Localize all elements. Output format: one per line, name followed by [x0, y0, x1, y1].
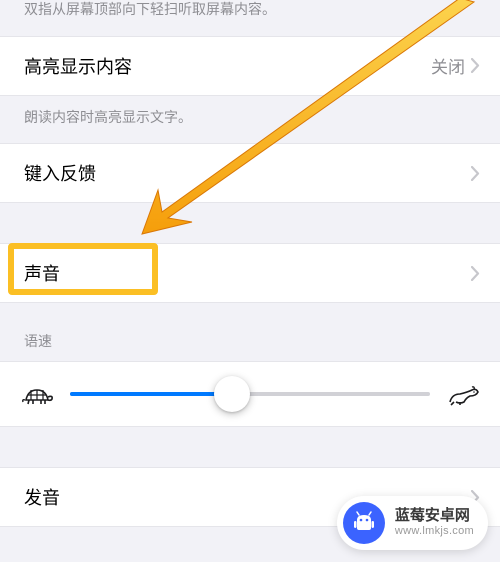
voice-label: 声音	[24, 260, 60, 286]
highlight-content-value: 关闭	[431, 53, 465, 78]
speed-slider[interactable]	[70, 392, 430, 396]
speed-section-label: 语速	[0, 303, 500, 361]
watermark-logo-icon	[343, 502, 385, 544]
slider-fill	[70, 392, 232, 396]
watermark-title: 蓝莓安卓网	[395, 507, 474, 525]
watermark-badge: 蓝莓安卓网 www.lmkjs.com	[337, 496, 488, 550]
voice-cell[interactable]: 声音	[0, 243, 500, 303]
typing-feedback-cell[interactable]: 键入反馈	[0, 143, 500, 203]
chevron-right-icon	[471, 166, 480, 181]
slider-thumb[interactable]	[214, 376, 250, 412]
watermark-url: www.lmkjs.com	[395, 525, 474, 538]
highlight-hint-text: 朗读内容时高亮显示文字。	[0, 96, 500, 144]
hare-icon	[446, 382, 480, 406]
pronunciation-label: 发音	[24, 484, 60, 510]
chevron-right-icon	[471, 266, 480, 281]
top-hint-text: 双指从屏幕顶部向下轻扫听取屏幕内容。	[0, 0, 500, 36]
highlight-content-label: 高亮显示内容	[24, 53, 132, 79]
speed-slider-cell	[0, 361, 500, 427]
typing-feedback-label: 键入反馈	[24, 160, 96, 186]
highlight-content-cell[interactable]: 高亮显示内容 关闭	[0, 36, 500, 96]
chevron-right-icon	[471, 58, 480, 73]
tortoise-icon	[20, 382, 54, 406]
